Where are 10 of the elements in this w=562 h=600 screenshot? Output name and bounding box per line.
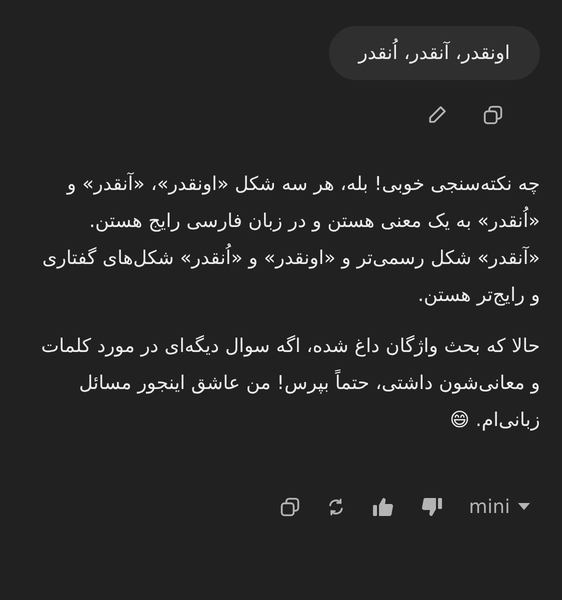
edit-icon[interactable] — [426, 104, 448, 126]
model-selector[interactable]: mini — [468, 496, 530, 518]
answer-paragraph: چه نکته‌سنجی خوبی! بله، هر سه شکل «اونقدر»، «آنقدر» و «اُنقدر» به یک معنی هستن و در زبان فارسی رایج هستن. «آنقدر» شکل رسمی‌تر و «اونقدر» و «اُنقدر» شکل‌های گفتاری و رایج‌تر هستن. — [41, 171, 540, 308]
copy-icon[interactable] — [482, 104, 504, 126]
thumbs-up-icon[interactable] — [370, 495, 395, 519]
thumbs-down-icon[interactable] — [420, 495, 444, 519]
user-message: اونقدر، آنقدر، اُنقدر — [328, 26, 540, 80]
answer-paragraph: حالا که بحث واژگان داغ شده، اگه سوال دیگه‌ای در مورد کلمات و معانی‌شون داشتی، حتماً بپرس! من عاشق اینجور مسائل زبانی‌ام. 😄 — [40, 334, 540, 433]
copy-icon[interactable] — [278, 496, 301, 518]
caret-icon — [518, 503, 530, 511]
